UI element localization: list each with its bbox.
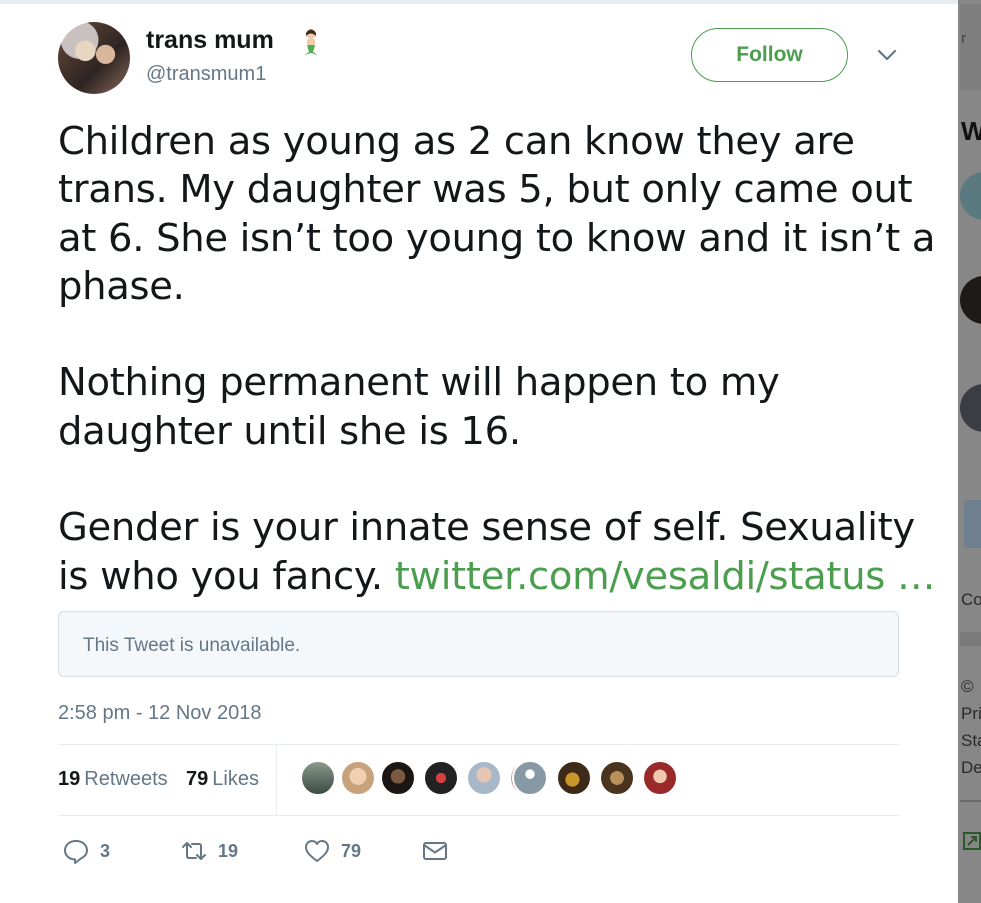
tweet-line: phase. <box>58 263 185 309</box>
dimmed-sidebar: r W Co © Pri Sta De <box>958 0 981 903</box>
sidebar-search-area <box>960 4 981 90</box>
tweet-line: daughter until she is 16. <box>58 408 521 454</box>
like-count: 79 <box>341 840 362 861</box>
sidebar-card[interactable] <box>964 500 981 548</box>
liker-avatar-default[interactable] <box>512 760 548 796</box>
tweet-link[interactable]: twitter.com/vesaldi/status … <box>395 554 936 599</box>
like-action[interactable]: 79 <box>303 836 361 866</box>
sidebar-heading-fragment: W <box>961 116 981 146</box>
tweet-timestamp[interactable]: 2:58 pm - 12 Nov 2018 <box>58 702 261 725</box>
stats-separator <box>276 745 277 815</box>
liker-avatar[interactable] <box>340 760 376 796</box>
sidebar-avatar[interactable] <box>960 172 981 220</box>
external-link-icon[interactable] <box>962 831 981 851</box>
sidebar-avatar[interactable] <box>960 276 981 324</box>
chevron-down-icon[interactable] <box>876 47 898 63</box>
mail-icon <box>423 842 447 860</box>
retweets-stat[interactable]: 19 Retweets <box>58 768 168 791</box>
retweets-count: 19 <box>58 768 81 790</box>
heart-icon <box>305 840 329 862</box>
likes-stat[interactable]: 79 Likes <box>186 768 259 791</box>
tweet-line: at 6. She isn’t too young to know and it… <box>58 215 936 261</box>
quoted-tweet-message: This Tweet is unavailable. <box>83 635 301 656</box>
sidebar-avatar[interactable] <box>960 384 981 432</box>
retweet-action[interactable]: 19 <box>180 836 238 866</box>
sidebar-fragment[interactable]: Sta <box>961 731 981 751</box>
tweet-line: Gender is your innate sense of self. Sex… <box>58 505 915 551</box>
reply-icon <box>64 840 88 864</box>
follow-button[interactable]: Follow <box>691 28 848 82</box>
sidebar-fragment[interactable]: De <box>961 758 981 778</box>
retweet-icon <box>182 842 206 860</box>
liker-avatar[interactable] <box>642 760 678 796</box>
avatar[interactable] <box>58 22 130 94</box>
retweet-count: 19 <box>218 840 239 861</box>
sidebar-fragment: r <box>961 30 966 47</box>
user-handle[interactable]: @transmum1 <box>146 63 266 86</box>
tweet-text: Children as young as 2 can know they are… <box>58 118 936 601</box>
liker-avatar[interactable] <box>466 760 502 796</box>
quoted-tweet-box[interactable]: This Tweet is unavailable. <box>58 611 899 677</box>
likes-count: 79 <box>186 768 209 790</box>
direct-message-action[interactable] <box>421 836 459 866</box>
liker-avatar[interactable] <box>556 760 592 796</box>
sidebar-fragment[interactable]: Pri <box>961 704 981 724</box>
sidebar-fragment: Co <box>961 590 981 609</box>
tweet-line: Nothing permanent will happen to my <box>58 360 780 406</box>
tweet-line: trans. My daughter was 5, but only came … <box>58 167 913 213</box>
top-divider <box>0 0 958 4</box>
tweet-line-with-link: is who you fancy. twitter.com/vesaldi/st… <box>58 553 936 601</box>
retweets-label: Retweets <box>84 768 168 790</box>
display-name[interactable]: trans mum <box>146 26 274 55</box>
sidebar-divider <box>960 800 981 802</box>
liker-avatar[interactable] <box>300 760 336 796</box>
sidebar-divider <box>960 632 981 646</box>
reply-count: 3 <box>100 840 111 861</box>
reply-action[interactable]: 3 <box>62 836 110 866</box>
sidebar-fragment: © <box>961 677 974 696</box>
tweet-line-text: is who you fancy. <box>58 553 395 599</box>
likes-label: Likes <box>212 768 259 790</box>
stats-top-divider <box>58 744 899 745</box>
liker-avatar[interactable] <box>599 760 635 796</box>
tweet-line: Children as young as 2 can know they are <box>58 119 855 164</box>
stats-bottom-divider <box>58 815 899 816</box>
mermaid-icon <box>304 29 318 55</box>
tweet-card: trans mum @transmum1 Follow Children as … <box>0 0 958 903</box>
liker-avatar[interactable] <box>423 760 459 796</box>
liker-avatar[interactable] <box>380 760 416 796</box>
